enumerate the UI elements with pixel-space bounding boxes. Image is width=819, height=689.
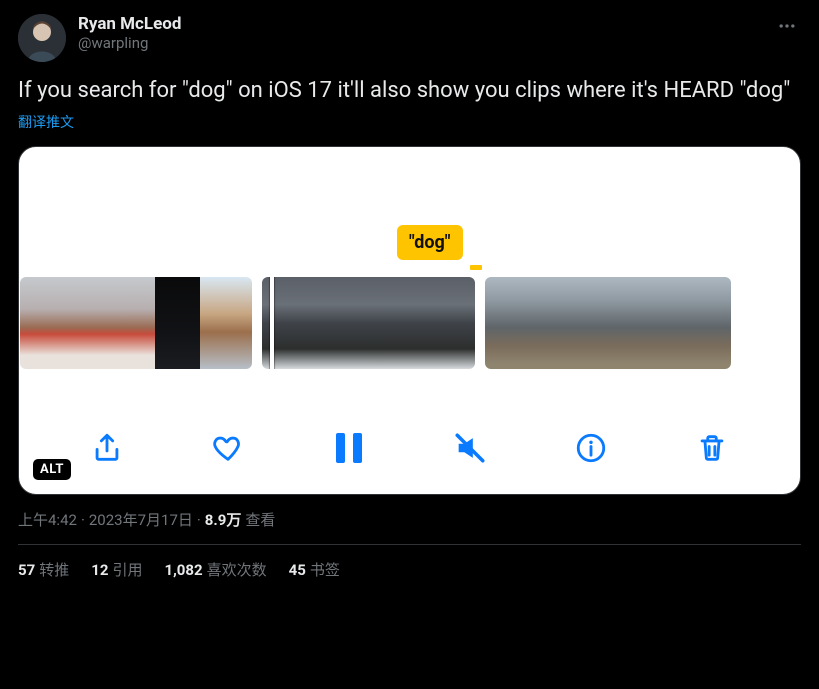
mute-icon	[453, 431, 487, 465]
stat-count: 12	[91, 561, 108, 579]
avatar-image	[18, 14, 66, 62]
share-icon	[90, 431, 124, 465]
mute-button[interactable]	[451, 429, 489, 467]
tweet-time[interactable]: 上午4:42	[18, 509, 77, 530]
display-name[interactable]: Ryan McLeod	[78, 14, 773, 34]
stat-label: 书签	[310, 561, 340, 579]
clip-group-1	[20, 277, 252, 369]
clip-frame	[485, 277, 526, 369]
tweet: Ryan McLeod @warpling If you search for …	[0, 0, 819, 590]
clip-frame	[110, 277, 155, 369]
alt-badge[interactable]: ALT	[33, 459, 71, 480]
clip-frame	[155, 277, 200, 369]
more-icon	[777, 16, 797, 36]
info-icon	[574, 431, 608, 465]
delete-button[interactable]	[693, 429, 731, 467]
stat-count: 57	[18, 561, 35, 579]
trash-icon	[695, 431, 729, 465]
stat-label: 引用	[112, 561, 142, 579]
meta-separator: ·	[197, 511, 201, 529]
views-count: 8.9万	[205, 509, 242, 530]
pause-button[interactable]	[330, 429, 368, 467]
share-button[interactable]	[88, 429, 126, 467]
clip-frame	[567, 277, 608, 369]
clip-frame	[333, 277, 404, 369]
more-button[interactable]	[773, 14, 801, 42]
tweet-text: If you search for "dog" on iOS 17 it'll …	[18, 76, 801, 106]
stat-quotes[interactable]: 12引用	[91, 559, 142, 580]
translate-link[interactable]: 翻译推文	[18, 112, 801, 132]
clip-frame	[200, 277, 252, 369]
tweet-meta: 上午4:42 · 2023年7月17日 · 8.9万 查看	[18, 509, 801, 530]
stat-label: 喜欢次数	[207, 561, 267, 579]
tweet-header: Ryan McLeod @warpling	[18, 14, 801, 62]
meta-separator: ·	[81, 511, 85, 529]
clip-frame	[608, 277, 649, 369]
stat-count: 45	[289, 561, 306, 579]
info-button[interactable]	[572, 429, 610, 467]
heart-icon	[211, 431, 245, 465]
clip-frame	[526, 277, 567, 369]
clip-frame	[20, 277, 65, 369]
stat-likes[interactable]: 1,082 喜欢次数	[164, 559, 266, 580]
divider	[18, 544, 801, 545]
stat-bookmarks[interactable]: 45书签	[289, 559, 340, 580]
like-button[interactable]	[209, 429, 247, 467]
playhead-icon[interactable]	[270, 277, 274, 369]
engagement-stats: 57转推 12引用 1,082 喜欢次数 45书签	[18, 559, 801, 580]
video-timeline	[19, 277, 800, 369]
pause-icon	[336, 433, 362, 463]
stat-label: 转推	[39, 561, 69, 579]
scrub-marker	[470, 265, 482, 270]
clip-group-2	[262, 277, 475, 369]
stat-count: 1,082	[164, 561, 202, 579]
author-block: Ryan McLeod @warpling	[78, 14, 773, 52]
tweet-date[interactable]: 2023年7月17日	[89, 509, 193, 530]
clip-frame	[649, 277, 690, 369]
search-tag-label: "dog"	[397, 225, 463, 260]
clip-group-3	[485, 277, 731, 369]
avatar[interactable]	[18, 14, 66, 62]
clip-frame	[404, 277, 475, 369]
handle[interactable]: @warpling	[78, 34, 773, 52]
clip-frame	[65, 277, 110, 369]
media-attachment[interactable]: "dog"	[18, 146, 801, 495]
clip-frame	[690, 277, 731, 369]
stat-retweets[interactable]: 57转推	[18, 559, 69, 580]
views-label: 查看	[245, 509, 275, 530]
media-toolbar	[19, 402, 800, 494]
